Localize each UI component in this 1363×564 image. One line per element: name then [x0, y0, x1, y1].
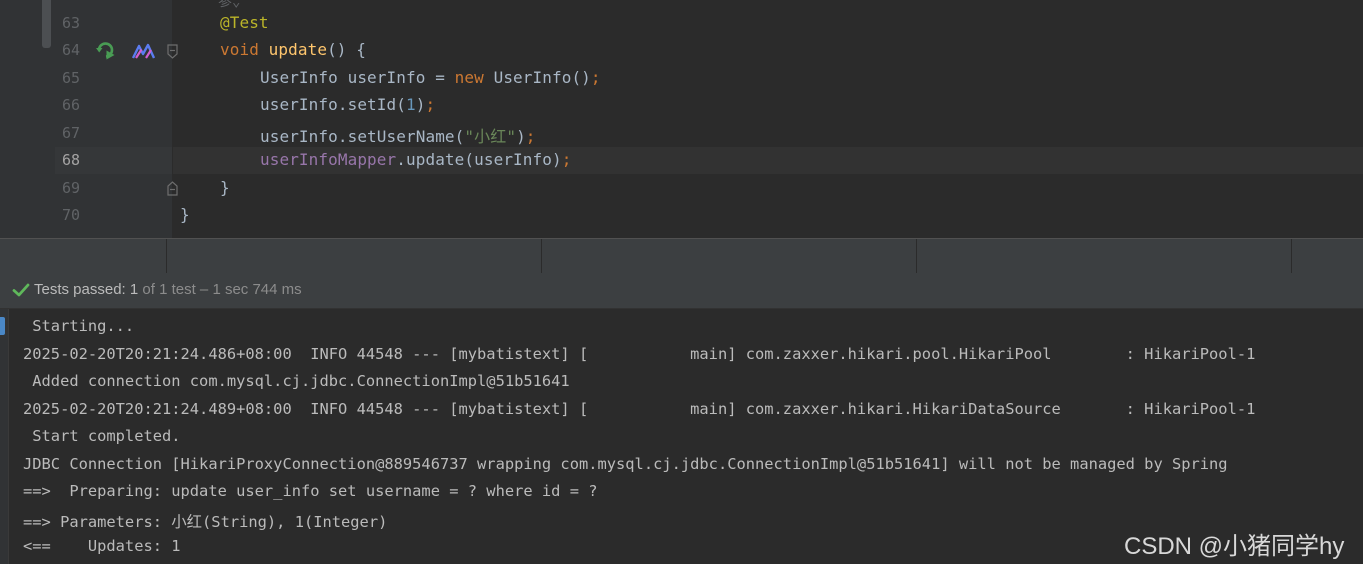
toolbar-divider [541, 239, 542, 273]
code-token: userInfo.setId( [260, 95, 406, 114]
line-number: 69 [61, 179, 80, 197]
test-status-bar: Tests passed: 1 of 1 test – 1 sec 744 ms [0, 273, 1363, 309]
semicolon-token: ; [425, 95, 436, 114]
code-line[interactable]: 67 userInfo.setUserName("小红"); [0, 120, 1363, 147]
semicolon-token: ; [525, 127, 536, 146]
toolbar-divider [1291, 239, 1292, 273]
run-test-icon[interactable] [96, 40, 116, 60]
code-token: UserInfo() [483, 68, 591, 87]
code-token: () { [327, 40, 367, 59]
semicolon-token: ; [561, 150, 572, 169]
fold-marker-icon[interactable] [167, 44, 178, 59]
code-line-current[interactable]: 68 userInfoMapper.update(userInfo); [0, 147, 1363, 174]
console-line: Start completed. [23, 427, 181, 445]
code-token: ) [415, 95, 426, 114]
run-panel-toolbar[interactable] [0, 238, 1363, 274]
code-token: ) [516, 127, 526, 146]
line-number: 68 [61, 151, 80, 169]
code-line[interactable]: 64 void update() { [0, 37, 1363, 64]
code-line[interactable]: 63 @Test [0, 10, 1363, 37]
code-text: } [220, 178, 230, 197]
line-number: 63 [61, 14, 80, 32]
code-line[interactable]: 70 } [0, 202, 1363, 229]
test-status-text: Tests passed: 1 of 1 test – 1 sec 744 ms [34, 281, 302, 298]
toolbar-divider [166, 239, 167, 273]
tests-passed-label: Tests passed: 1 [34, 281, 139, 298]
keyword-token: new [454, 68, 484, 87]
console-line: 2025-02-20T20:21:24.486+08:00 INFO 44548… [23, 345, 1256, 363]
code-text: } [180, 205, 190, 224]
semicolon-token: ; [590, 68, 601, 87]
console-line: Starting... [23, 317, 135, 335]
code-token: .update(userInfo) [396, 150, 562, 169]
method-name-token: update [268, 40, 328, 59]
toolbar-divider [916, 239, 917, 273]
console-line: ==> Parameters: 小红(String), 1(Integer) [23, 513, 388, 531]
line-number: 67 [61, 124, 80, 142]
code-line[interactable]: 69 } [0, 175, 1363, 202]
code-text: UserInfo userInfo = new UserInfo(); [260, 68, 601, 87]
code-text: userInfo.setUserName("小红"); [260, 123, 536, 147]
code-text: void update() { [220, 40, 366, 59]
csdn-watermark: CSDN @小猪同学hy [1124, 533, 1345, 560]
keyword-token: void [220, 40, 259, 59]
line-number: 64 [61, 41, 80, 59]
code-token: userInfo.setUserName( [260, 127, 465, 146]
fold-end-marker-icon[interactable] [167, 181, 178, 196]
field-token: userInfoMapper [260, 150, 397, 169]
number-token: 1 [406, 95, 416, 114]
console-edge-marker [0, 317, 5, 335]
annotation-token: @Test [220, 13, 269, 32]
console-line: <== Updates: 1 [23, 537, 181, 555]
code-token: UserInfo userInfo = [260, 68, 455, 87]
console-line: ==> Preparing: update user_info set user… [23, 482, 598, 500]
code-line[interactable]: 65 UserInfo userInfo = new UserInfo(); [0, 65, 1363, 92]
line-number: 70 [61, 206, 80, 224]
code-editor[interactable]: 参⌄ 63 @Test 64 void update() { 65 UserIn… [0, 0, 1363, 238]
check-icon [12, 283, 30, 297]
code-text: userInfoMapper.update(userInfo); [260, 150, 571, 169]
tests-detail-label: of 1 test – 1 sec 744 ms [138, 281, 302, 298]
mybatis-mapper-icon[interactable] [132, 42, 156, 60]
string-token: "小红" [464, 127, 517, 146]
code-text: @Test [220, 13, 269, 32]
console-line: Added connection com.mysql.cj.jdbc.Conne… [23, 372, 570, 390]
console-line: JDBC Connection [HikariProxyConnection@8… [23, 455, 1228, 473]
console-line: 2025-02-20T20:21:24.489+08:00 INFO 44548… [23, 400, 1256, 418]
code-line[interactable]: 66 userInfo.setId(1); [0, 92, 1363, 119]
line-number: 66 [61, 96, 80, 114]
console-left-edge [0, 309, 9, 564]
line-number: 65 [61, 69, 80, 87]
code-text: userInfo.setId(1); [260, 95, 435, 114]
